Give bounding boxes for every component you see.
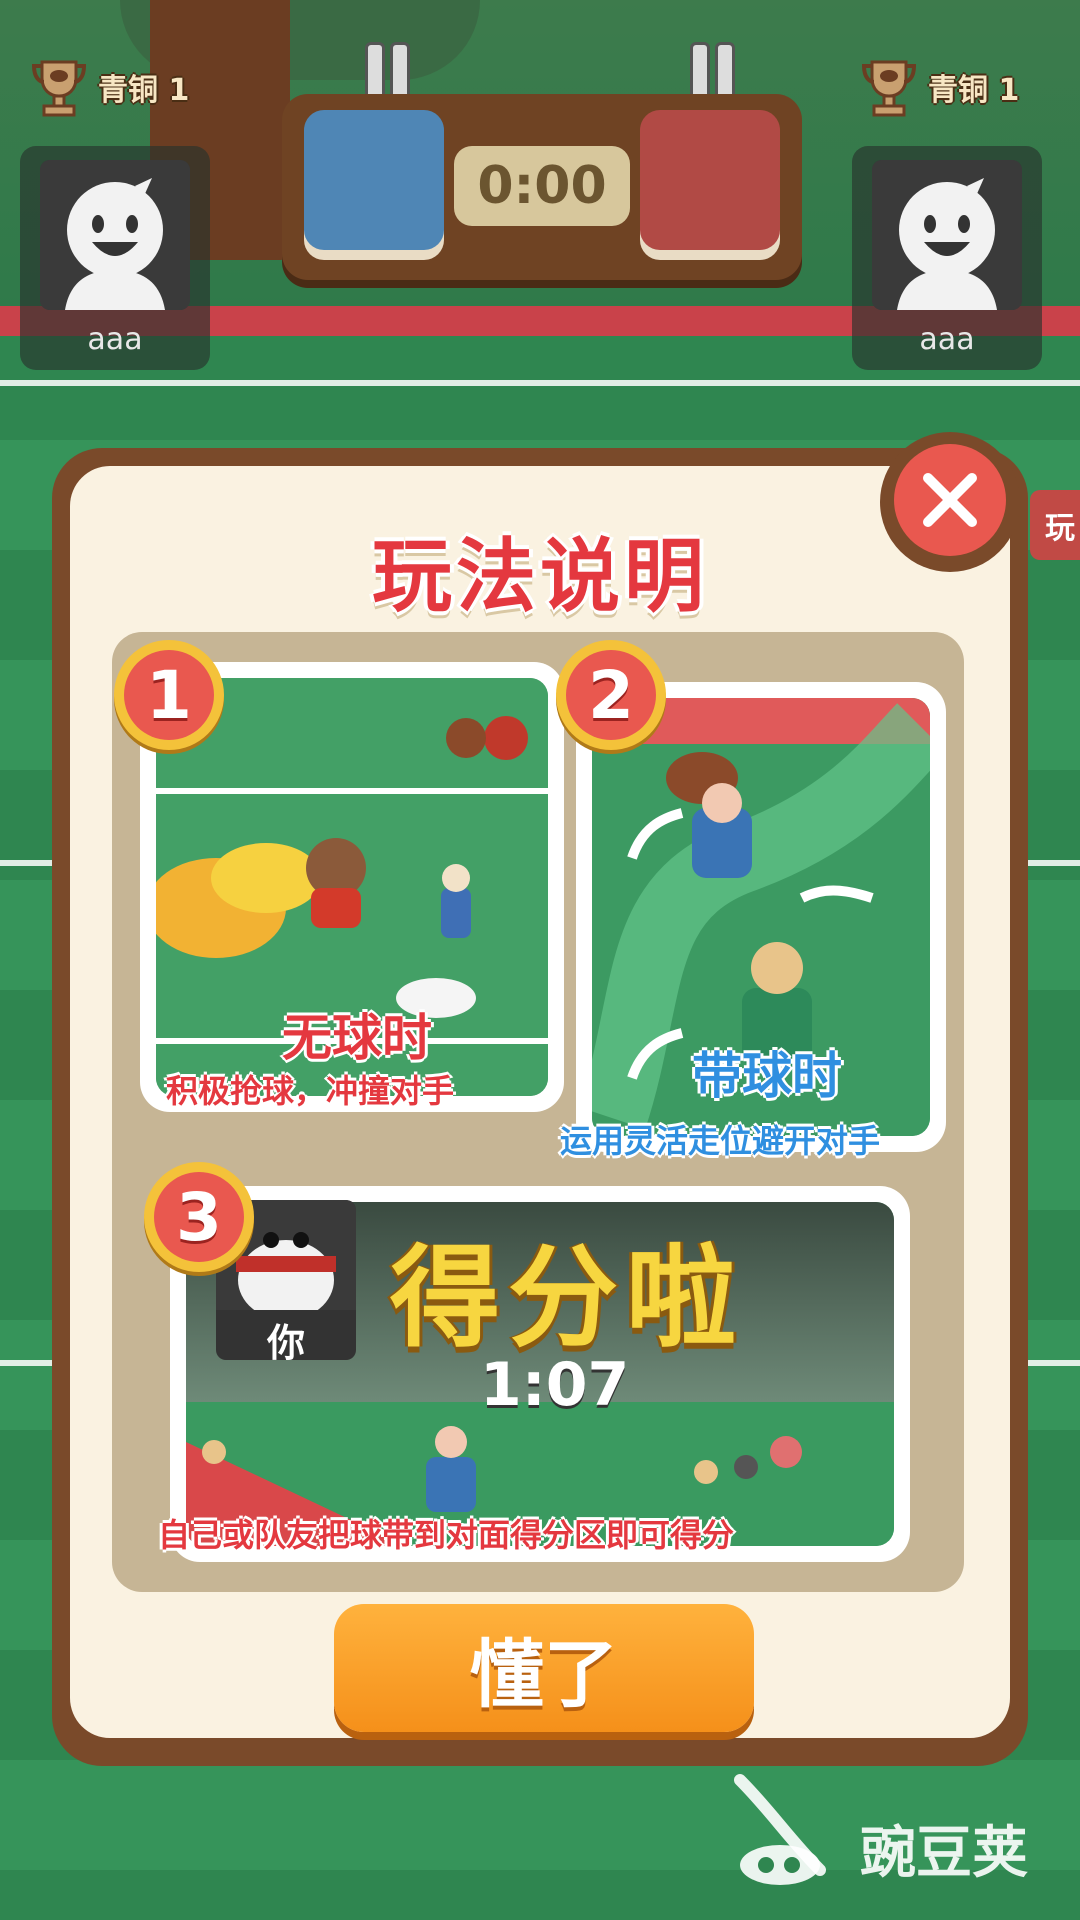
step-3-badge: 3 (144, 1162, 254, 1272)
scoreboard: 0:00 (282, 94, 802, 280)
player-name: aaa (87, 322, 143, 357)
modal-title: 玩法说明 (372, 530, 708, 623)
left-rank: 青铜 1 (30, 56, 189, 118)
player-name: aaa (919, 322, 975, 357)
right-rank: 青铜 1 (860, 56, 1019, 118)
score-time: 1:07 (480, 1350, 630, 1420)
you-label: 你 (266, 1321, 305, 1360)
step-2-desc: 运用灵活走位避开对手 (560, 1122, 881, 1160)
avatar (872, 160, 1022, 310)
blue-team-score (304, 110, 444, 250)
avatar (40, 160, 190, 310)
default-avatar-icon (872, 160, 1022, 310)
right-player-card: aaa (852, 146, 1042, 370)
step-2-badge: 2 (556, 640, 666, 750)
score-headline: 得分啦 (390, 1234, 744, 1362)
step-1-desc: 积极抢球，冲撞对手 (166, 1072, 455, 1110)
left-player-card: aaa (20, 146, 210, 370)
got-it-button[interactable]: 懂了 (334, 1604, 754, 1732)
red-team-score (640, 110, 780, 250)
watermark-text: 豌豆荚 (860, 1821, 1028, 1886)
step-3-desc: 自己或队友把球带到对面得分区即可得分 (158, 1516, 735, 1554)
trophy-icon (31, 60, 87, 117)
pea-pod-logo-icon (734, 1774, 826, 1885)
yard-line (0, 380, 1080, 386)
step-2-title: 带球时 (692, 1047, 842, 1105)
step-1-title: 无球时 (282, 1009, 432, 1067)
match-timer: 0:00 (454, 146, 630, 226)
step-1-badge: 1 (114, 640, 224, 750)
rank-label: 青铜 1 (928, 73, 1020, 108)
rank-label: 青铜 1 (98, 73, 190, 108)
default-avatar-icon (40, 160, 190, 310)
trophy-icon (861, 60, 917, 117)
